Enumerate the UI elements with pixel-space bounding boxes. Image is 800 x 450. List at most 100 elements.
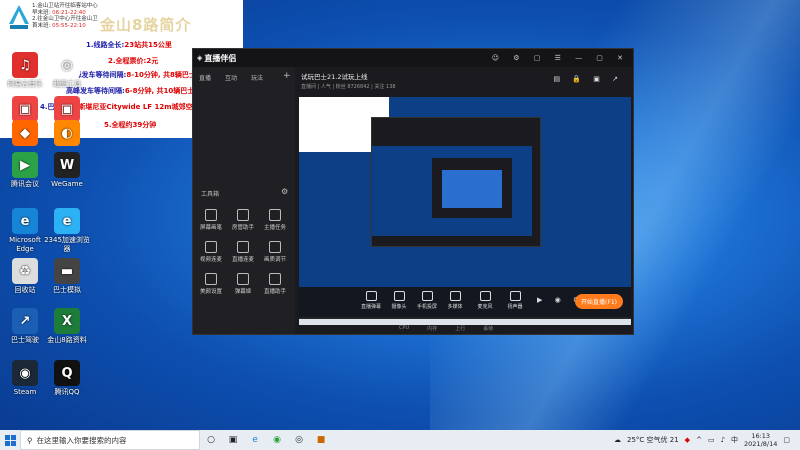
overlay-item-duration: 5.全程约39分钟: [104, 121, 157, 129]
desktop-icon-recycle-bin[interactable]: ♻ 回收站: [2, 258, 48, 295]
desktop-icon-label: Microsoft Edge: [9, 236, 41, 253]
tool-video-link[interactable]: 视频连麦: [195, 241, 227, 263]
tab-live[interactable]: 直播: [199, 73, 211, 82]
desktop-icon-label: 腾讯会议: [11, 180, 39, 188]
overlay-title: 金山8路简介: [100, 16, 192, 34]
bus-app-taskbar-icon[interactable]: ■: [310, 430, 332, 450]
desktop-icon-recycle-bin-icon: ♻: [12, 258, 38, 284]
edge-taskbar-icon[interactable]: e: [244, 430, 266, 450]
desktop-icon-netease-music[interactable]: ♫ 网易云音乐: [2, 52, 48, 89]
desktop-icon-qq[interactable]: Q 腾讯QQ: [44, 360, 90, 397]
phone-cast-button[interactable]: 手机投屏: [415, 291, 439, 310]
desktop-icon-label: 腾讯QQ: [54, 388, 80, 396]
route-logo-icon: [9, 5, 29, 29]
desktop-icon-bus-sim-icon: ↗: [12, 308, 38, 334]
wechat-taskbar-icon[interactable]: ◉: [266, 430, 288, 450]
desktop-icon-qq-icon: Q: [54, 360, 80, 386]
desktop-icon-paint[interactable]: ◐: [44, 120, 90, 148]
desktop-icon-label: 截图工具: [53, 80, 81, 88]
tool-room-admin[interactable]: 房管助手: [227, 209, 259, 231]
desktop-icon-netease-music-icon: ♫: [12, 52, 38, 78]
desktop-icon-edge-icon: e: [12, 208, 38, 234]
taskbar-clock[interactable]: 16:13 2021/8/14: [744, 432, 777, 448]
tool-brush[interactable]: 屏幕画笔: [195, 209, 227, 231]
system-tray: ☁ 25°C 空气优 21 ◆ ^ ▭ ♪ 中 16:13 2021/8/14 …: [614, 430, 790, 450]
desktop-icon-label: 巴士模拟: [53, 286, 81, 294]
stream-header-icons[interactable]: ▤ 🔒 ▣ ↗: [554, 75, 623, 83]
live-sidebar: 直播 互动 玩法 + 工具箱 ⚙ 屏幕画笔 房管助手 主播任务 视频连麦 直播连…: [193, 67, 295, 334]
desktop-icon-tencent-meeting-icon: ▶: [12, 152, 38, 178]
live-control-bar: 直播弹幕 摄像头 手机投屏 多媒体 麦克风 扬声器 ▶ ◉ ⚙ 开始直播(F1): [299, 287, 631, 319]
desktop-icon-screenshot[interactable]: ◎ 截图工具: [44, 52, 90, 89]
desktop-icon-wegame[interactable]: W WeGame: [44, 152, 90, 189]
weather-icon[interactable]: ☁: [614, 436, 621, 444]
window-controls[interactable]: ☺ ⚙ ▢ ☰ — ▢ ✕: [492, 54, 629, 62]
tool-quality[interactable]: 画质调节: [259, 241, 291, 263]
desktop-icon-steam[interactable]: ◉ Steam: [2, 360, 48, 397]
notifications-icon[interactable]: ▢: [783, 436, 790, 444]
desktop-icon-omsi-icon: ▬: [54, 258, 80, 284]
toolbox-label: 工具箱: [201, 191, 220, 198]
network-icon[interactable]: ▭: [708, 436, 715, 444]
desktop-icon-wegame-icon: W: [54, 152, 80, 178]
volume-icon[interactable]: ♪: [721, 436, 725, 444]
desktop-icon-app4-icon: ▣: [54, 96, 80, 122]
start-live-button[interactable]: 开始直播(F1): [575, 294, 623, 309]
nested-live-window: [371, 117, 541, 247]
desktop-icon-app3-icon: ▣: [12, 96, 38, 122]
weather-text[interactable]: 25°C 空气优 21: [627, 435, 679, 445]
stream-subinfo: 直播间 | 人气 | 粉丝 8726842 | 关注 138: [301, 84, 396, 90]
windows-start-icon[interactable]: [0, 430, 20, 450]
taskbar-search-input[interactable]: ⚲ 在这里输入你要搜索的内容: [20, 430, 200, 450]
tool-assistant[interactable]: 直播助手: [259, 273, 291, 295]
live-logo-icon: ◈: [197, 54, 203, 62]
desktop-icon-edge[interactable]: e Microsoft Edge: [2, 208, 48, 254]
add-scene-icon[interactable]: +: [283, 71, 291, 81]
tab-interact[interactable]: 互动: [225, 73, 237, 82]
desktop-icon-steam-icon: ◉: [12, 360, 38, 386]
cortana-icon[interactable]: ○: [200, 430, 222, 450]
microphone-button[interactable]: 麦克风: [473, 291, 497, 310]
desktop-icon-qq-game[interactable]: ◆: [2, 120, 48, 148]
desktop-icon-label: WeGame: [51, 180, 83, 188]
stream-title: 试玩巴士21.2试玩上线: [301, 73, 368, 81]
taskbar: ⚲ 在这里输入你要搜索的内容 ○ ▣ e ◉ ◎ ■ ☁ 25°C 空气优 21…: [0, 430, 800, 450]
speaker-button[interactable]: 扬声器: [503, 291, 527, 310]
desktop-icon-qq-game-icon: ◆: [12, 120, 38, 146]
desktop-icon-label: 2345加速浏览器: [44, 236, 90, 253]
media-button[interactable]: 多媒体: [443, 291, 467, 310]
tray-app-icon[interactable]: ◆: [685, 436, 690, 444]
desktop-icon-360-browser-icon: e: [54, 208, 80, 234]
desktop-icon-label: 巴士驾驶: [11, 336, 39, 344]
tray-arrow-icon[interactable]: ^: [696, 436, 702, 444]
schedule-lines: 1.金山卫站开往临客站中心 早末班: 06:21-22:40 2.往金山卫中心开…: [32, 3, 98, 29]
desktop-icon-bus-sim[interactable]: ↗ 巴士驾驶: [2, 308, 48, 345]
live-brand: 直播伴侣: [204, 53, 237, 63]
desktop-icon-excel-file-icon: X: [54, 308, 80, 334]
desktop-icon-label: 回收站: [14, 286, 36, 294]
live-app-window[interactable]: ◈ 直播伴侣 ☺ ⚙ ▢ ☰ — ▢ ✕ 直播 互动 玩法 + 工具箱 ⚙ 屏幕…: [192, 48, 634, 335]
camera-button[interactable]: 摄像头: [387, 291, 411, 310]
live-status-bar: CPU 内存 上行 丢帧: [399, 325, 494, 332]
desktop-icon-360-browser[interactable]: e 2345加速浏览器: [44, 208, 90, 254]
desktop-icon-label: 网易云音乐: [7, 80, 43, 88]
desktop-icon-tencent-meeting[interactable]: ▶ 腾讯会议: [2, 152, 48, 189]
live-titlebar[interactable]: ◈ 直播伴侣 ☺ ⚙ ▢ ☰ — ▢ ✕: [193, 49, 633, 67]
desktop-icon-label: 金山8路资料: [47, 336, 87, 344]
tab-play[interactable]: 玩法: [251, 73, 263, 82]
tool-tasks[interactable]: 主播任务: [259, 209, 291, 231]
toolbox-settings-icon[interactable]: ⚙: [281, 187, 288, 196]
desktop-icon-paint-icon: ◐: [54, 120, 80, 146]
schedule-line-2: 2.往金山卫中心开往金山卫: [32, 16, 98, 22]
steam-taskbar-icon[interactable]: ◎: [288, 430, 310, 450]
desktop-icon-excel-file[interactable]: X 金山8路资料: [44, 308, 90, 345]
tool-danmaku[interactable]: 弹幕姬: [227, 273, 259, 295]
danmaku-button[interactable]: 直播弹幕: [359, 291, 383, 310]
overlay-item-length: 1.线路全长:23站共15公里: [86, 41, 172, 49]
schedule-line-1: 1.金山卫站开往临客站中心: [32, 3, 98, 9]
desktop-icon-omsi[interactable]: ▬ 巴士模拟: [44, 258, 90, 295]
ime-icon[interactable]: 中: [731, 435, 738, 445]
tool-beauty[interactable]: 美颜设置: [195, 273, 227, 295]
task-view-icon[interactable]: ▣: [222, 430, 244, 450]
tool-live-link[interactable]: 直播连麦: [227, 241, 259, 263]
